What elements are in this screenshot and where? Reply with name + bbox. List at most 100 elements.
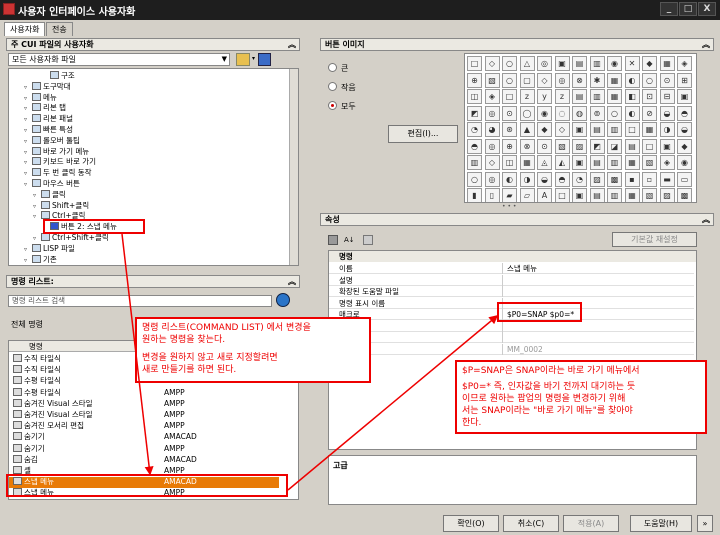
button-image-cell[interactable]: ⊗	[519, 138, 535, 154]
button-image-cell[interactable]: ▥	[467, 155, 482, 170]
button-image-cell[interactable]: ▨	[572, 138, 587, 154]
button-image-cell[interactable]: ▣	[572, 122, 587, 137]
button-image-cell[interactable]: ◇	[537, 72, 552, 88]
button-image-cell[interactable]: □	[642, 138, 657, 154]
property-row[interactable]: 이름 스냅 메뉴	[329, 263, 694, 274]
button-image-cell[interactable]: ⊙	[502, 105, 517, 121]
collapse-icon[interactable]: ︽	[288, 39, 296, 51]
button-image-cell[interactable]: ◐	[624, 105, 640, 121]
button-image-cell[interactable]: ▣	[659, 138, 675, 154]
button-image-cell[interactable]: ◩	[589, 138, 605, 154]
property-value[interactable]: MM_0002	[507, 344, 543, 355]
button-image-cell[interactable]: ⊚	[589, 105, 605, 121]
button-image-cell[interactable]: ▲	[519, 122, 535, 137]
command-search-input[interactable]: 명령 리스트 검색	[8, 295, 272, 307]
expand-toggle-icon[interactable]: ▿	[24, 256, 32, 265]
button-image-cell[interactable]: □	[467, 56, 482, 71]
command-row[interactable]: 숨겨진 모서리 편집 AMPP	[9, 421, 279, 432]
search-icon[interactable]	[276, 293, 290, 307]
button-image-cell[interactable]: ◍	[572, 105, 587, 121]
button-image-cell[interactable]: ▦	[607, 72, 622, 88]
radio-large[interactable]: 큰	[328, 63, 348, 74]
button-image-cell[interactable]: ⊞	[677, 72, 692, 88]
property-pages-icon[interactable]	[363, 235, 373, 245]
button-image-cell[interactable]: ▥	[607, 155, 622, 170]
splitter-handle[interactable]: • • •	[502, 204, 522, 210]
button-image-cell[interactable]: ⊡	[642, 89, 657, 104]
button-image-cell[interactable]: ○	[642, 72, 657, 88]
tree-item[interactable]: ▿ Ctrl+Shift+클릭	[33, 233, 109, 244]
button-image-cell[interactable]: ▦	[624, 155, 640, 170]
tree-item[interactable]: ▿ 기존	[24, 254, 57, 265]
property-row[interactable]	[329, 332, 694, 343]
radio-small-indicator[interactable]	[328, 82, 337, 91]
button-image-cell[interactable]: △	[519, 56, 535, 71]
tree-item[interactable]: 구조	[42, 71, 75, 82]
button-image-cell[interactable]: ◓	[677, 105, 692, 121]
button-image-cell[interactable]: ◒	[537, 171, 552, 187]
button-image-cell[interactable]: ▦	[642, 122, 657, 137]
tree-item[interactable]: ▿ 키보드 바로 가기	[24, 157, 96, 168]
ok-button[interactable]: 확인(O)	[443, 515, 499, 532]
button-image-cell[interactable]: ⊙	[537, 138, 552, 154]
button-image-cell[interactable]: ◎	[537, 56, 552, 71]
button-image-cell[interactable]: ▨	[659, 188, 675, 202]
button-image-cell[interactable]: ◕	[484, 122, 500, 137]
tree-item[interactable]: ▿ 리본 패널	[24, 114, 73, 125]
button-image-cell[interactable]: ○	[467, 171, 482, 187]
minimize-button[interactable]: _	[660, 2, 678, 16]
button-image-cell[interactable]: ◒	[677, 122, 692, 137]
button-image-cell[interactable]: z	[519, 89, 535, 104]
col-command[interactable]: 명령	[29, 341, 43, 352]
button-image-cell[interactable]: ◇	[484, 155, 500, 170]
button-image-cell[interactable]: ▮	[467, 188, 482, 202]
apply-button[interactable]: 적용(A)	[563, 515, 619, 532]
command-row[interactable]: 수평 타일식 AMPP	[9, 387, 279, 399]
section-command[interactable]: 명령	[329, 251, 696, 262]
button-image-cell[interactable]: ⊗	[572, 72, 587, 88]
button-image-cell[interactable]: ○	[502, 72, 517, 88]
button-image-cell[interactable]: ◎	[554, 72, 570, 88]
button-image-cell[interactable]: ◐	[502, 171, 517, 187]
load-file-icon[interactable]	[236, 53, 250, 66]
cancel-button[interactable]: 취소(C)	[503, 515, 559, 532]
tree-item[interactable]: ▿ 메뉴	[24, 92, 57, 104]
expand-icon[interactable]: »	[697, 515, 713, 532]
command-row[interactable]: 숨겨진 Visual 스타일 AMPP	[9, 410, 279, 421]
close-button[interactable]: X	[698, 2, 716, 16]
save-icon[interactable]	[258, 53, 271, 66]
button-image-cell[interactable]: ✕	[624, 56, 640, 71]
tree-item[interactable]: ▿ 바로 가기 메뉴	[24, 146, 89, 158]
button-image-cell[interactable]: ▣	[572, 155, 587, 170]
button-image-cell[interactable]: ◪	[607, 138, 622, 154]
button-image-cell[interactable]: ◔	[572, 171, 587, 187]
tree-item[interactable]: ▿ 롤오버 툴팁	[24, 135, 80, 147]
button-image-cell[interactable]: ◎	[484, 138, 500, 154]
radio-large-indicator[interactable]	[328, 63, 337, 72]
button-image-cell[interactable]: ▬	[659, 171, 675, 187]
collapse-icon[interactable]: ︽	[702, 39, 710, 51]
button-image-cell[interactable]: ▥	[607, 122, 622, 137]
radio-both[interactable]: 모두	[328, 101, 356, 112]
button-image-cell[interactable]: ◉	[537, 105, 552, 121]
button-image-cell[interactable]: ✱	[589, 72, 605, 88]
button-image-cell[interactable]: ▨	[589, 171, 605, 187]
button-image-cell[interactable]: ◈	[677, 56, 692, 71]
command-row[interactable]: 숨겨진 Visual 스타일 AMPP	[9, 398, 279, 410]
button-image-cell[interactable]: ▤	[589, 155, 605, 170]
maximize-button[interactable]: □	[679, 2, 697, 16]
button-image-cell[interactable]: ◓	[554, 171, 570, 187]
button-image-cell[interactable]: ⊕	[502, 138, 517, 154]
button-image-cell[interactable]: ▥	[607, 188, 622, 202]
button-image-cell[interactable]: ◔	[467, 122, 482, 137]
button-image-cell[interactable]: ◉	[677, 155, 692, 170]
button-image-cell[interactable]: ◧	[624, 89, 640, 104]
tree-item[interactable]: ▿ Shift+클릭	[33, 200, 89, 212]
button-image-cell[interactable]: ◆	[537, 122, 552, 137]
button-image-cell[interactable]: ▩	[607, 171, 622, 187]
radio-small[interactable]: 작음	[328, 82, 356, 93]
button-image-cell[interactable]: ◉	[607, 56, 622, 71]
cui-file-select[interactable]: 모든 사용자화 파일 ▼	[8, 53, 230, 66]
button-image-cell[interactable]: ◫	[467, 89, 482, 104]
button-image-cell[interactable]: □	[624, 122, 640, 137]
